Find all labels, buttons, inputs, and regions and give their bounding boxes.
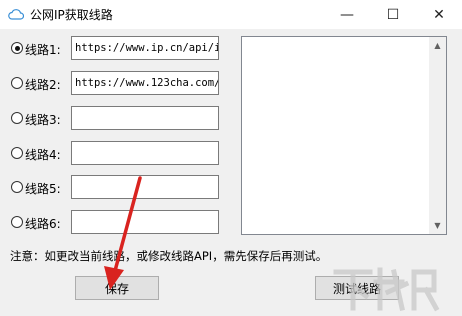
route-row-4: 线路4: [9,141,237,165]
route-6-url-input[interactable] [71,210,219,234]
route-6-label: 线路6: [25,217,61,231]
route-4-url-input[interactable] [71,141,219,165]
route-6-radio[interactable] [11,216,23,228]
route-row-5: 线路5: [9,175,237,199]
window-title: 公网IP获取线路 [30,8,113,22]
vertical-scrollbar[interactable]: ▲ ▼ [429,37,446,234]
route-3-url-input[interactable] [71,106,219,130]
minimize-button[interactable]: — [324,0,370,29]
close-button[interactable]: ✕ [416,0,462,29]
route-row-3: 线路3: [9,106,237,130]
scroll-down-arrow-icon[interactable]: ▼ [429,217,446,234]
route-5-url-input[interactable] [71,175,219,199]
route-row-1: 线路1: https://www.ip.cn/api/index [9,36,237,60]
route-4-radio[interactable] [11,147,23,159]
route-3-label: 线路3: [25,113,61,127]
route-2-url-input[interactable]: https://www.123cha.com/ [71,71,219,95]
note-text: 注意：如更改当前线路，或修改线路API，需先保存后再测试。 [10,249,328,263]
cloud-icon [8,9,24,20]
scroll-up-arrow-icon[interactable]: ▲ [429,37,446,54]
route-row-6: 线路6: [9,210,237,234]
route-3-radio[interactable] [11,112,23,124]
route-1-url-input[interactable]: https://www.ip.cn/api/index [71,36,219,60]
route-1-radio[interactable] [11,42,23,54]
route-row-2: 线路2: https://www.123cha.com/ [9,71,237,95]
route-5-radio[interactable] [11,181,23,193]
route-4-label: 线路4: [25,148,61,162]
save-button[interactable]: 保存 [75,276,159,300]
route-2-radio[interactable] [11,77,23,89]
watermark-logo [333,267,440,312]
route-5-label: 线路5: [25,182,61,196]
result-textarea[interactable]: ▲ ▼ [241,36,447,235]
maximize-button[interactable]: ☐ [370,0,416,29]
route-1-label: 线路1: [25,43,61,57]
route-2-label: 线路2: [25,78,61,92]
title-bar: 公网IP获取线路 — ☐ ✕ [0,0,462,29]
